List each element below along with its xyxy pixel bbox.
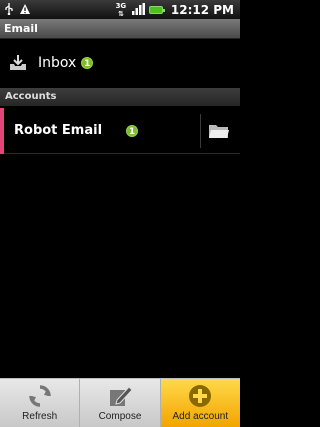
download-tray-icon (8, 53, 28, 73)
signal-icon (131, 0, 145, 19)
accounts-section-header: Accounts (0, 88, 240, 106)
notification-icons (0, 0, 31, 19)
add-icon (186, 383, 214, 409)
account-color-strip (0, 107, 4, 154)
account-name: Robot Email (14, 123, 103, 138)
usb-icon (4, 0, 14, 19)
refresh-label: Refresh (22, 411, 58, 422)
status-bar: 3G ⇅ 12:12 PM (0, 0, 240, 19)
compose-label: Compose (98, 411, 142, 422)
account-unread-badge: 1 (126, 124, 139, 137)
refresh-icon (26, 383, 54, 409)
system-icons: 3G ⇅ 12:12 PM (114, 0, 240, 19)
divider (200, 114, 201, 148)
refresh-button[interactable]: Refresh (0, 379, 81, 427)
window-title: Email (0, 19, 240, 39)
clock: 12:12 PM (170, 2, 234, 17)
compose-icon (106, 383, 134, 409)
combined-inbox-item[interactable]: Inbox 1 (0, 40, 240, 86)
compose-button[interactable]: Compose (80, 379, 161, 427)
network-3g-icon: 3G ⇅ (115, 1, 127, 18)
add-account-label: Add account (172, 411, 229, 422)
unread-count-badge: 1 (81, 57, 94, 69)
account-item[interactable]: Robot Email 1 (0, 107, 240, 154)
inbox-label: Inbox (38, 55, 77, 71)
folder-icon[interactable] (206, 120, 232, 142)
warning-icon (19, 0, 31, 19)
bottom-action-panel: Refresh Compose Add account (0, 378, 240, 427)
battery-icon (148, 5, 165, 14)
add-account-button[interactable]: Add account (160, 379, 240, 427)
